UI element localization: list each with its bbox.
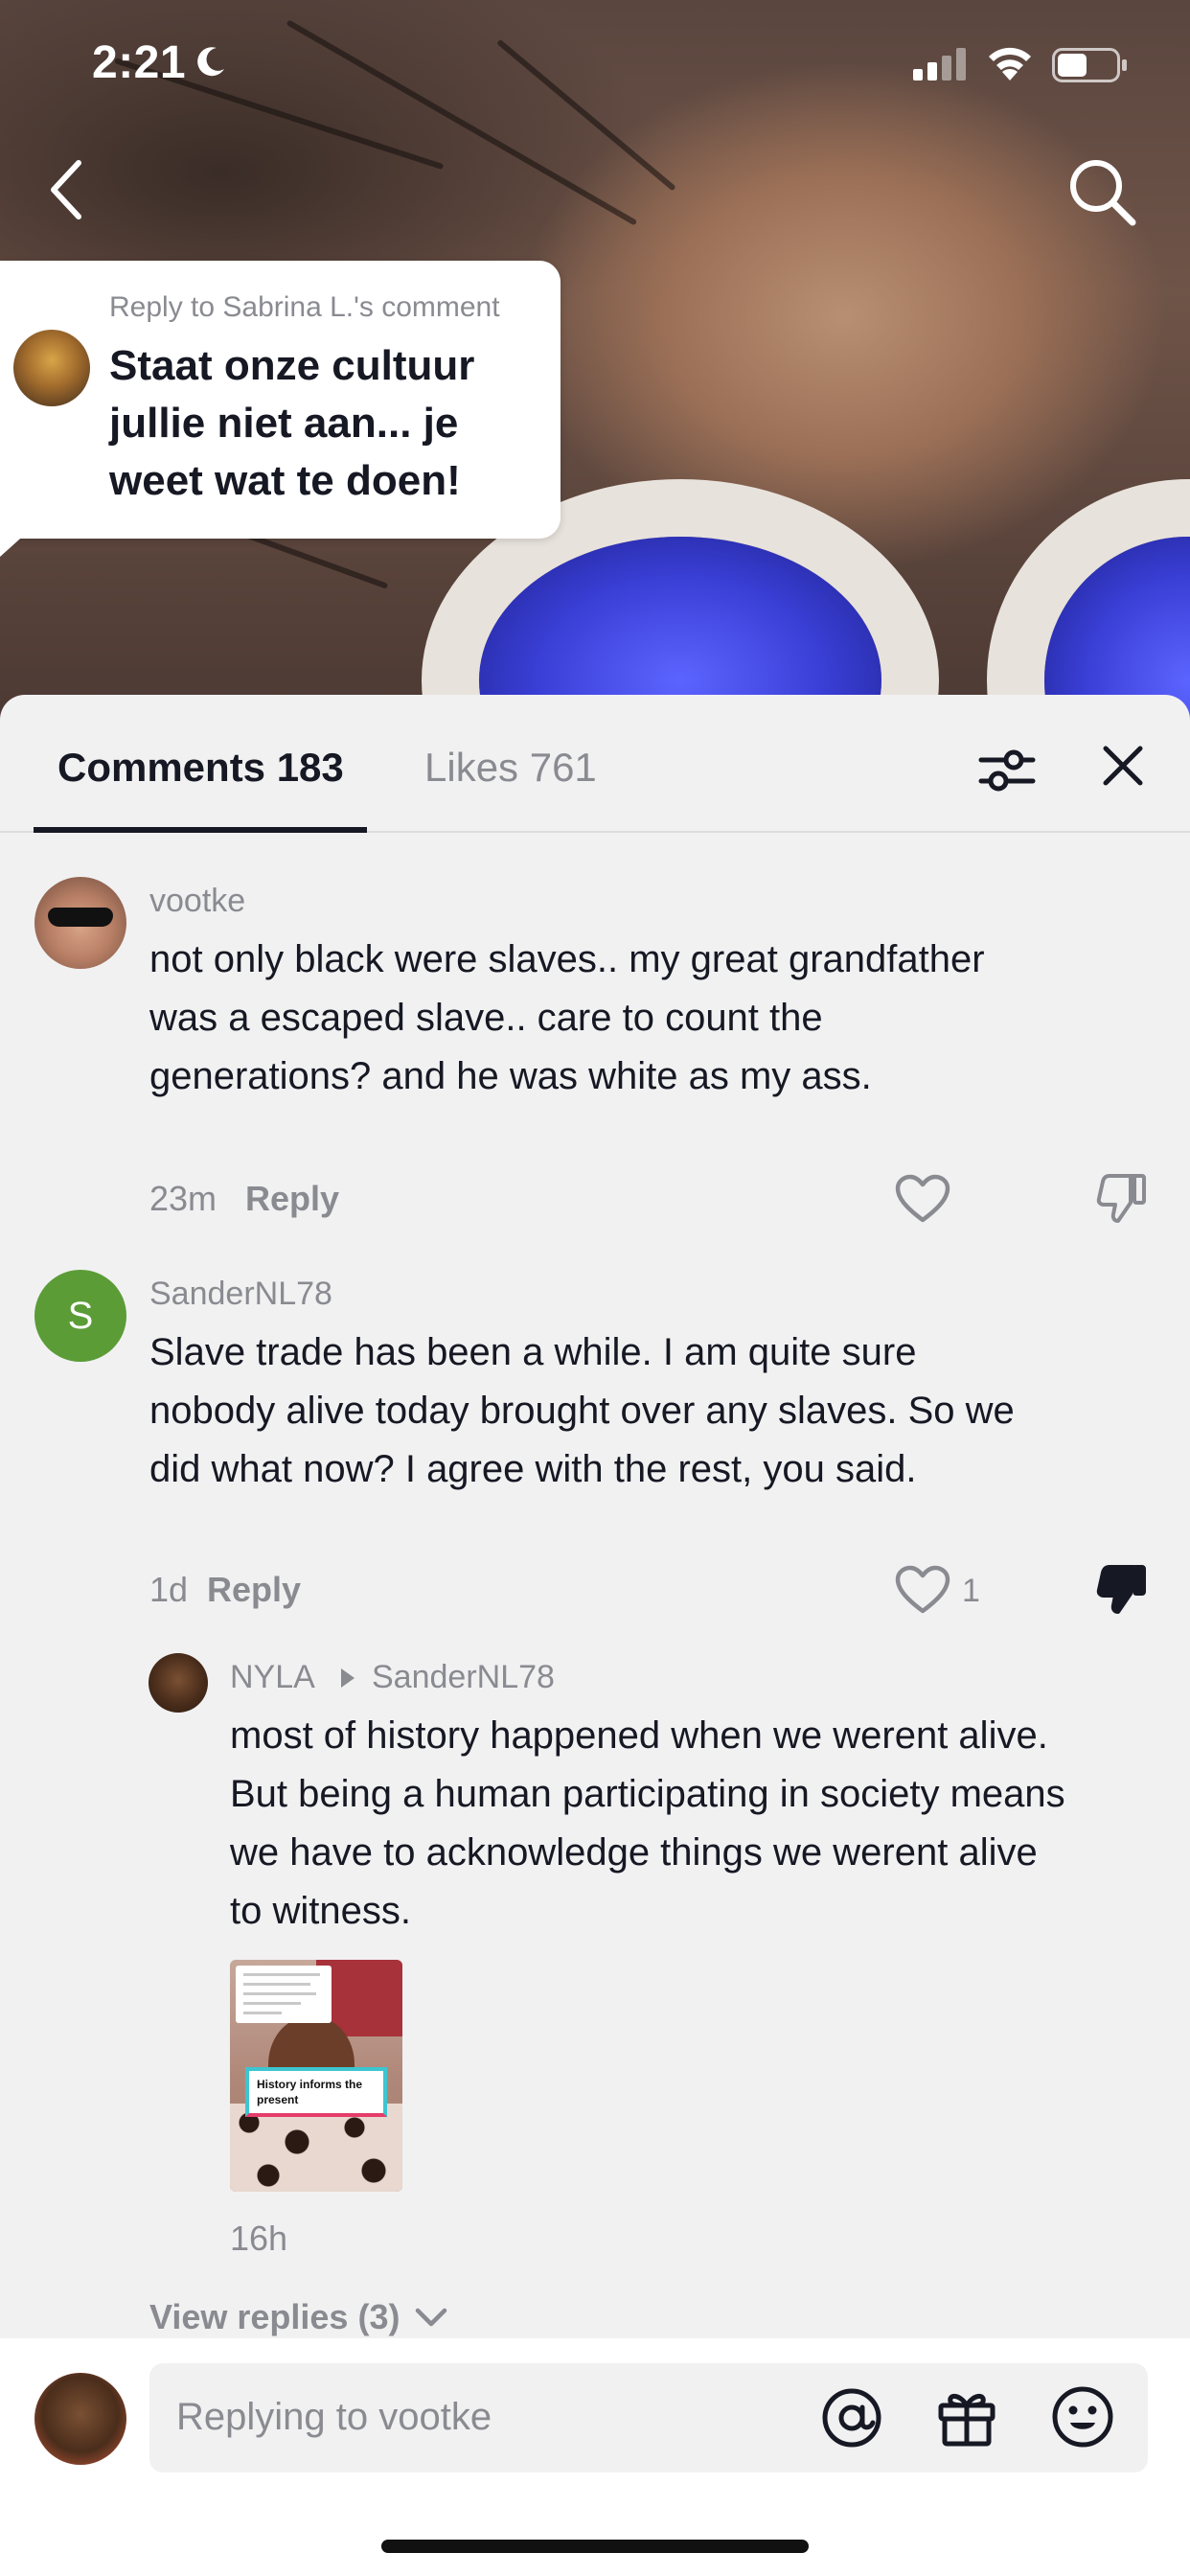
comment-input[interactable]: Replying to vootke bbox=[149, 2363, 1148, 2472]
reply-arrow-icon bbox=[341, 1668, 355, 1688]
tab-comments[interactable]: Comments 183 bbox=[57, 745, 344, 791]
reply-bubble-text: Staat onze cultuur jullie niet aan... je… bbox=[109, 342, 475, 504]
gift-icon[interactable] bbox=[935, 2384, 998, 2448]
battery-icon bbox=[1052, 48, 1127, 82]
thumbs-down-icon[interactable] bbox=[1096, 1563, 1148, 1615]
view-replies-button[interactable]: View replies (3) bbox=[149, 2297, 400, 2337]
reply-bubble-avatar bbox=[13, 330, 90, 406]
comment-text: Slave trade has been a while. I am quite… bbox=[149, 1331, 1015, 1490]
comment-input-placeholder: Replying to vootke bbox=[176, 2396, 492, 2438]
reply-bubble-tail bbox=[0, 522, 38, 557]
avatar[interactable] bbox=[34, 877, 126, 969]
tab-likes[interactable]: Likes 761 bbox=[424, 745, 597, 791]
comment-username[interactable]: vootke bbox=[149, 883, 245, 920]
sunglasses bbox=[48, 908, 113, 927]
heart-icon[interactable] bbox=[895, 1565, 950, 1615]
signal-icon bbox=[913, 48, 966, 80]
reply-text: most of history happened when we werent … bbox=[230, 1714, 1065, 1932]
thumbnail-quoted-comment bbox=[236, 1966, 332, 2023]
wifi-icon bbox=[989, 47, 1031, 80]
comment-time: 1d bbox=[149, 1570, 189, 1609]
comment-input-bar: Replying to vootke bbox=[0, 2338, 1190, 2576]
tab-bar: Comments 183 Likes 761 bbox=[0, 695, 1190, 833]
thumbs-down-icon[interactable] bbox=[1096, 1172, 1148, 1224]
at-icon[interactable] bbox=[820, 2386, 883, 2450]
like-count: 1 bbox=[962, 1573, 980, 1609]
chevron-down-icon[interactable] bbox=[414, 2307, 448, 2328]
back-button[interactable] bbox=[46, 157, 92, 222]
search-icon[interactable] bbox=[1064, 153, 1140, 230]
home-indicator[interactable] bbox=[381, 2540, 809, 2553]
current-user-avatar bbox=[34, 2373, 126, 2465]
comment-text: not only black were slaves.. my great gr… bbox=[149, 938, 985, 1097]
reply-to-username[interactable]: SanderNL78 bbox=[372, 1659, 555, 1696]
status-time: 2:21 bbox=[92, 37, 187, 88]
comment-username[interactable]: SanderNL78 bbox=[149, 1276, 332, 1313]
emoji-icon[interactable] bbox=[1050, 2384, 1115, 2450]
comments-sheet: Comments 183 Likes 761 vootke not only b… bbox=[0, 695, 1190, 2576]
status-bar: 2:21 bbox=[0, 0, 1190, 129]
reply-button[interactable]: Reply bbox=[245, 1179, 339, 1219]
reply-to-comment-bubble: Reply to Sabrina L.'s comment Staat onze… bbox=[0, 261, 561, 539]
video-reply-thumbnail[interactable]: History informs the present bbox=[230, 1960, 402, 2192]
close-icon[interactable] bbox=[1098, 741, 1148, 791]
avatar[interactable]: S bbox=[34, 1270, 126, 1362]
comment-time: 23m bbox=[149, 1179, 217, 1218]
heart-icon[interactable] bbox=[895, 1174, 950, 1224]
reply-button[interactable]: Reply bbox=[207, 1570, 301, 1610]
avatar[interactable] bbox=[149, 1653, 208, 1713]
reply-username[interactable]: NYLA bbox=[230, 1659, 315, 1696]
reply-time: 16h bbox=[230, 2219, 288, 2258]
reply-bubble-header: Reply to Sabrina L.'s comment bbox=[109, 291, 500, 323]
filter-icon[interactable] bbox=[977, 741, 1037, 800]
active-tab-indicator bbox=[34, 827, 367, 833]
moon-icon bbox=[197, 47, 224, 77]
thumbnail-caption: History informs the present bbox=[245, 2067, 387, 2117]
